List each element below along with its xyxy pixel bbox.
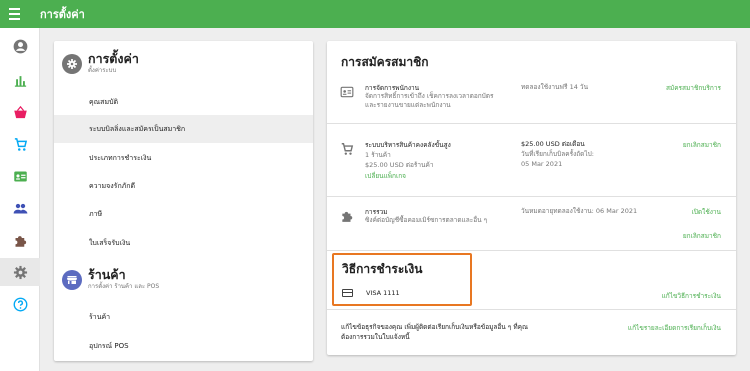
rail-account[interactable] — [0, 32, 40, 60]
edit-billing-details-button[interactable]: แก้ไขรายละเอียดการเรียกเก็บเงิน — [628, 323, 721, 333]
credit-card-icon — [342, 289, 353, 297]
rail-items[interactable] — [0, 130, 40, 158]
billing-details-text: แก้ไขข้อธุรกิจของคุณ เพิ่มผู้ติดต่อเรียก… — [341, 323, 529, 341]
edit-payment-method-button[interactable]: แก้ไขวิธีการชำระเงิน — [662, 291, 721, 301]
nav-item-label: ร้านค้า — [89, 312, 111, 321]
rail-integrations[interactable] — [0, 226, 40, 254]
subscription-title: การสมัครสมาชิก — [341, 55, 429, 69]
subscription-price: $25.00 USD ต่อเดือน — [521, 140, 585, 149]
rail-settings[interactable] — [0, 258, 40, 286]
divider — [327, 196, 736, 197]
top-app-bar: การตั้งค่า — [0, 0, 750, 28]
basket-icon — [13, 105, 27, 118]
change-plan-link[interactable]: เปลี่ยนแพ็กเกจ — [365, 171, 406, 181]
cancel-subscription-button[interactable]: ยกเลิกสมาชิก — [683, 231, 721, 241]
monthly-price: $25.00 USD ต่อเดือน — [521, 140, 585, 148]
cancel-subscription-button[interactable]: ยกเลิกสมาชิก — [683, 140, 721, 150]
settings-section-header: การตั้งค่า ตั้งค่าระบบ — [62, 52, 139, 75]
rail-customers[interactable] — [0, 194, 40, 222]
settings-section-title: การตั้งค่า — [88, 51, 139, 66]
subscription-description: ซิงค์ต่อบัญชีซื้อคอมเมิร์ซการตลาดและอื่น… — [365, 216, 488, 224]
divider — [327, 309, 736, 310]
rail-employees[interactable] — [0, 162, 40, 190]
settings-section-icon — [62, 53, 82, 74]
subscription-row-integrations: การรวม ซิงค์ต่อบัญชีซื้อคอมเมิร์ซการตลาด… — [327, 207, 736, 247]
nav-item-label: คุณสมบัติ — [89, 97, 119, 106]
store-icon — [67, 275, 77, 284]
subscription-store-count: 1 ร้านค้า — [365, 151, 391, 159]
people-icon — [13, 203, 27, 213]
bar-chart-icon — [14, 75, 26, 87]
settings-section-subtitle: ตั้งค่าระบบ — [88, 67, 117, 74]
puzzle-icon — [15, 235, 26, 247]
navigation-rail — [0, 28, 40, 371]
badge-icon — [13, 171, 27, 181]
subscription-price-per-store: $25.00 USD ต่อร้านค้า — [365, 161, 434, 169]
payment-method-title: วิธีการชำระเงิน — [342, 262, 423, 276]
store-section-icon — [62, 269, 82, 290]
rail-reports[interactable] — [0, 66, 40, 94]
next-billing-date: 05 Mar 2021 — [521, 160, 563, 168]
nav-item-payment-types[interactable]: ประเภทการชำระเงิน — [54, 144, 313, 172]
rail-help[interactable] — [0, 290, 40, 318]
settings-menu-card: การตั้งค่า ตั้งค่าระบบ คุณสมบัติ ระบบบิล… — [54, 41, 313, 361]
puzzle-icon — [342, 211, 353, 222]
cart-icon — [14, 137, 27, 151]
store-section-title: ร้านค้า — [88, 267, 126, 282]
subscription-row-inventory: ระบบบริหารสินค้าคงคลังขั้นสูง 1 ร้านค้า … — [327, 140, 736, 190]
cart-icon — [341, 143, 354, 155]
nav-item-label: อุปกรณ์ POS — [89, 341, 129, 350]
nav-item-stores[interactable]: ร้านค้า — [54, 303, 313, 331]
subscription-status: ทดลองใช้งานฟรี 14 วัน — [521, 83, 589, 91]
nav-item-loyalty[interactable]: ความจงรักภักดี — [54, 172, 313, 200]
trial-expiry: วันหมดอายุทดลองใช้งาน: 06 Mar 2021 — [521, 207, 638, 215]
nav-item-receipt[interactable]: ใบเสร็จรับเงิน — [54, 229, 313, 257]
subscription-row-employees: การจัดการพนักงาน จัดการสิทธิ์การเข้าถึง … — [327, 83, 736, 133]
nav-item-features[interactable]: คุณสมบัติ — [54, 88, 313, 116]
store-section-subtitle: การตั้งค่า ร้านค้า และ POS — [88, 283, 160, 290]
hamburger-menu-icon[interactable] — [0, 0, 28, 28]
account-circle-icon — [13, 39, 27, 53]
subscription-description: จัดการสิทธิ์การเข้าถึง เช็คการลงเวลาตอกบ… — [365, 92, 494, 109]
nav-item-label: ระบบบิลลิ่งและสมัครเป็นสมาชิก — [89, 124, 186, 133]
subscribe-button[interactable]: สมัครสมาชิกบริการ — [666, 83, 721, 93]
nav-item-label: ใบเสร็จรับเงิน — [89, 238, 131, 247]
next-billing-label: วันที่เรียกเก็บบิลครั้งถัดไป: — [521, 150, 594, 158]
page-title: การตั้งค่า — [40, 8, 85, 21]
nav-item-taxes[interactable]: ภาษี — [54, 200, 313, 228]
nav-item-billing[interactable]: ระบบบิลลิ่งและสมัครเป็นสมาชิก — [54, 115, 313, 143]
help-icon — [13, 297, 27, 311]
divider — [327, 250, 736, 251]
nav-item-label: ความจงรักภักดี — [89, 181, 136, 190]
activate-button[interactable]: เปิดใช้งาน — [692, 207, 721, 217]
rail-sales[interactable] — [0, 98, 40, 126]
gear-icon — [67, 58, 77, 69]
badge-icon — [340, 86, 354, 98]
nav-item-pos-devices[interactable]: อุปกรณ์ POS — [54, 332, 313, 360]
nav-item-label: ประเภทการชำระเงิน — [89, 153, 152, 162]
card-number: VISA 1111 — [366, 289, 400, 297]
subscription-card: การสมัครสมาชิก การจัดการพนักงาน จัดการสิ… — [327, 41, 736, 355]
store-section-header: ร้านค้า การตั้งค่า ร้านค้า และ POS — [62, 268, 159, 291]
gear-icon — [13, 265, 27, 279]
divider — [327, 123, 736, 124]
subscription-name: ระบบบริหารสินค้าคงคลังขั้นสูง — [365, 141, 451, 149]
nav-item-label: ภาษี — [89, 209, 103, 218]
